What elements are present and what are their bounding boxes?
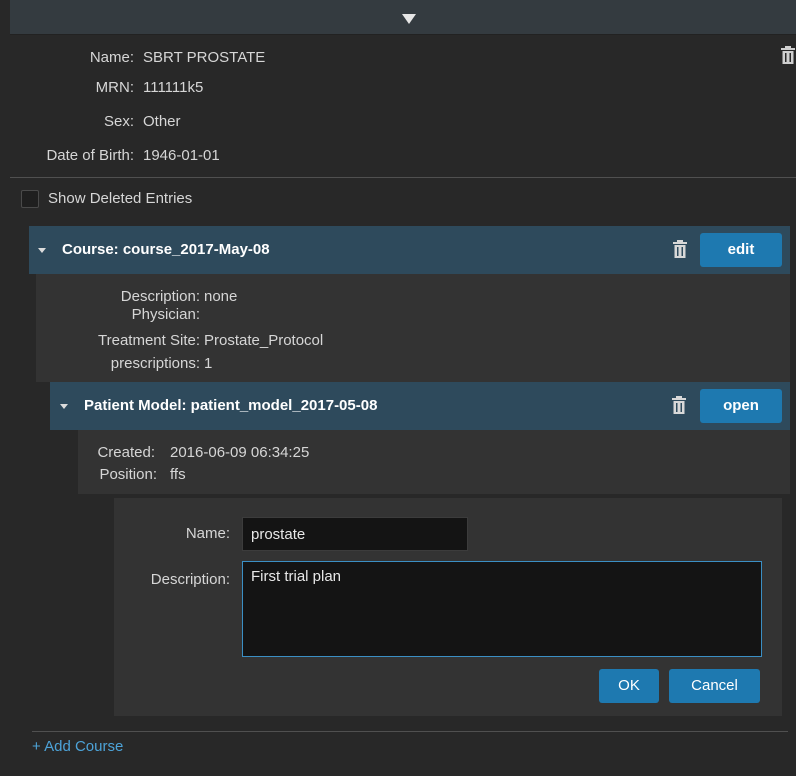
course-treatment-site-label: Treatment Site:	[98, 332, 200, 349]
patient-name-label: Name:	[89, 49, 134, 66]
patient-mrn-label: MRN:	[95, 79, 134, 96]
plan-name-label: Name:	[185, 525, 230, 542]
course-title: Course: course_2017-May-08	[62, 241, 270, 258]
cancel-button[interactable]: Cancel	[669, 669, 760, 703]
patient-model-created-label: Created:	[97, 444, 155, 461]
delete-patient-trash-icon[interactable]	[780, 46, 796, 64]
patient-name-value: SBRT PROSTATE	[143, 49, 266, 66]
course-collapse-caret-icon[interactable]	[38, 248, 46, 253]
collapse-bar[interactable]	[10, 0, 796, 35]
delete-patient-model-trash-icon[interactable]	[671, 396, 687, 414]
show-deleted-checkbox[interactable]	[21, 190, 39, 208]
patient-mrn-value: 111111k5	[143, 79, 204, 96]
course-physician-label: Physician:	[131, 306, 200, 323]
patient-divider	[10, 177, 796, 178]
patient-model-position-label: Position:	[99, 466, 157, 483]
course-prescriptions-label: prescriptions:	[110, 355, 200, 372]
course-treatment-site-value: Prostate_Protocol	[204, 332, 324, 349]
patient-sex-value: Other	[143, 113, 181, 130]
collapse-arrow-icon[interactable]	[402, 14, 416, 24]
patient-model-created-value: 2016-06-09 06:34:25	[170, 444, 310, 461]
plan-description-label: Description:	[150, 571, 230, 588]
course-header[interactable]: Course: course_2017-May-08 edit	[29, 226, 790, 274]
patient-dob-value: 1946-01-01	[143, 147, 220, 164]
delete-course-trash-icon[interactable]	[672, 240, 688, 258]
patient-sex-label: Sex:	[103, 113, 134, 130]
ok-button[interactable]: OK	[599, 669, 659, 703]
add-course-link[interactable]: + Add Course	[32, 738, 123, 755]
plan-name-input[interactable]	[242, 517, 468, 551]
course-description-label: Description:	[120, 288, 200, 305]
course-description-value: none	[204, 288, 238, 305]
patient-model-position-value: ffs	[170, 466, 186, 483]
patient-model-title: Patient Model: patient_model_2017-05-08	[84, 397, 378, 414]
open-patient-model-button[interactable]: open	[700, 389, 782, 423]
patient-model-collapse-caret-icon[interactable]	[60, 404, 68, 409]
edit-course-button[interactable]: edit	[700, 233, 782, 267]
show-deleted-label: Show Deleted Entries	[48, 190, 193, 207]
course-list-divider	[32, 731, 788, 732]
plan-description-textarea[interactable]: First trial plan	[242, 561, 762, 657]
course-prescriptions-value: 1	[204, 355, 213, 372]
patient-dob-label: Date of Birth:	[46, 147, 134, 164]
patient-model-header[interactable]: Patient Model: patient_model_2017-05-08 …	[50, 382, 790, 430]
